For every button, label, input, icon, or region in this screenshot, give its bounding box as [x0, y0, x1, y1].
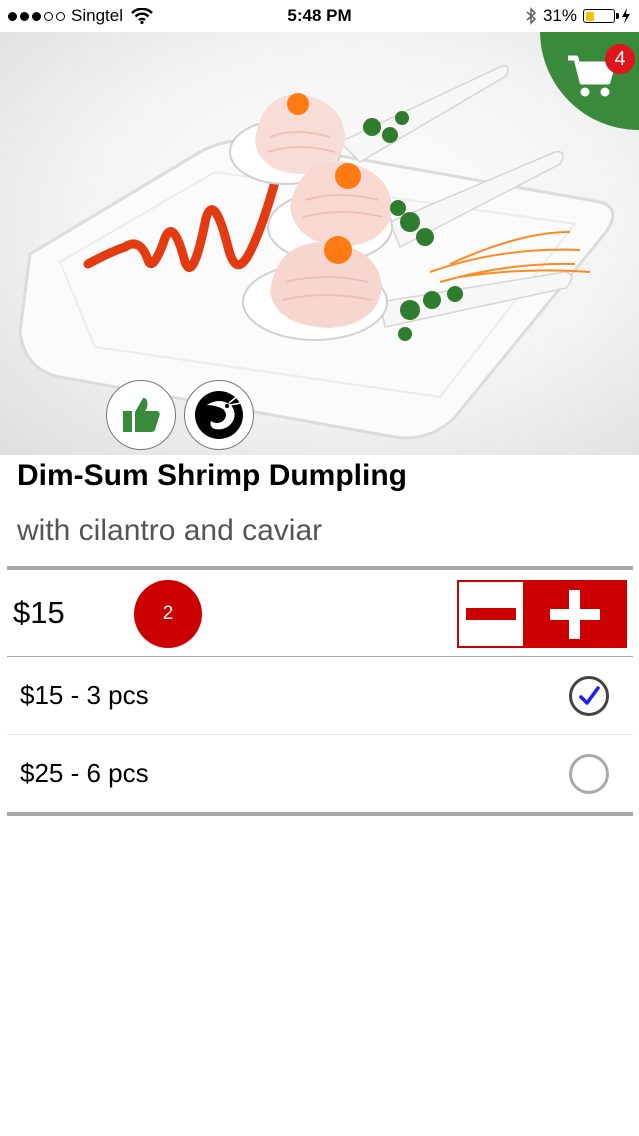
divider [7, 734, 633, 735]
battery-percent: 31% [542, 6, 577, 25]
decrease-button[interactable] [457, 580, 525, 648]
bluetooth-icon [526, 7, 537, 25]
option-label: $25 - 6 pcs [20, 758, 149, 788]
quantity-stepper [457, 580, 627, 648]
recommended-badge [106, 380, 176, 450]
option-radio[interactable] [569, 754, 609, 794]
status-bar: Singtel 5:48 PM 31% [0, 0, 639, 32]
seafood-badge [184, 380, 254, 450]
minus-icon [466, 608, 516, 620]
divider [7, 812, 633, 816]
dish-photo [0, 32, 639, 455]
checkmark-icon [579, 686, 600, 705]
quantity-badge: 2 [134, 580, 202, 648]
battery-level-fill [585, 11, 594, 21]
item-price: $15 [13, 595, 65, 630]
option-row-6pcs[interactable]: $25 - 6 pcs [0, 736, 639, 812]
item-subtitle: with cilantro and caviar [17, 514, 323, 547]
cart-count-badge: 4 [605, 44, 635, 74]
increase-button[interactable] [525, 580, 627, 648]
shrimp-icon [195, 391, 243, 439]
option-label: $15 - 3 pcs [20, 680, 149, 710]
option-radio-selected[interactable] [569, 676, 609, 716]
battery-icon [583, 9, 619, 23]
divider [7, 566, 633, 570]
item-title: Dim-Sum Shrimp Dumpling [17, 459, 407, 492]
charging-icon [622, 8, 630, 24]
status-right: 31% [525, 6, 631, 26]
thumbs-up-icon [123, 398, 160, 432]
divider [7, 656, 633, 657]
option-row-3pcs[interactable]: $15 - 3 pcs [0, 658, 639, 734]
